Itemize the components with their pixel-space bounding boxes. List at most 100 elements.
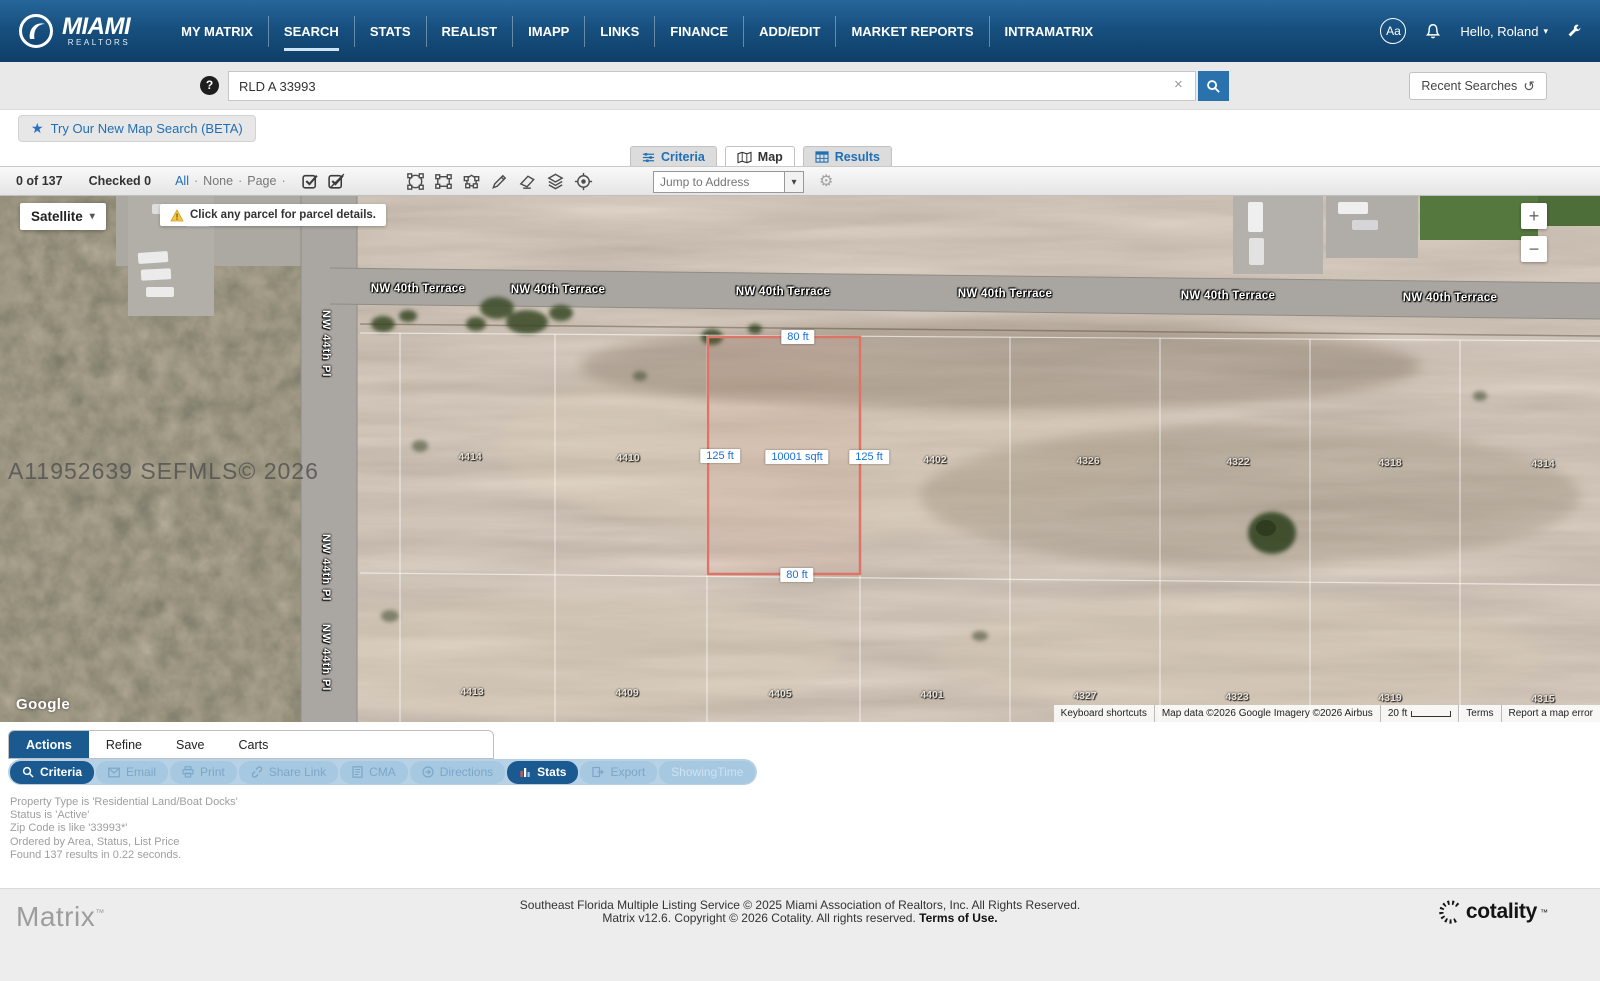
stats-button[interactable]: Stats [507, 761, 578, 784]
proximity-target-icon[interactable] [573, 171, 594, 192]
user-menu[interactable]: Hello, Roland ▾ [1460, 24, 1548, 39]
parcel-number: 4327 [1073, 690, 1096, 702]
search-button[interactable] [1198, 71, 1229, 101]
nav-intramatrix[interactable]: INTRAMATRIX [989, 16, 1109, 47]
jump-to-address-input[interactable] [653, 171, 785, 193]
recent-searches-button[interactable]: Recent Searches ↺ [1409, 72, 1547, 100]
street-label: NW 40th Terrace [1181, 290, 1275, 302]
layers-icon[interactable] [545, 171, 566, 192]
main-menu: MY MATRIX SEARCH STATS REALIST IMAPP LIN… [166, 0, 1108, 62]
nav-finance[interactable]: FINANCE [654, 16, 743, 47]
showingtime-button[interactable]: ShowingTime [659, 761, 755, 784]
keyboard-shortcuts-link[interactable]: Keyboard shortcuts [1054, 705, 1154, 722]
parcel-number: 4414 [458, 451, 481, 463]
top-navigation: MIAMI REALTORS MY MATRIX SEARCH STATS RE… [0, 0, 1600, 62]
google-logo[interactable]: Google [16, 696, 70, 713]
select-page-link[interactable]: Page [247, 174, 276, 188]
actions-section: Actions Refine Save Carts Criteria Email [0, 722, 1600, 888]
terms-of-use-link[interactable]: Terms of Use. [919, 911, 997, 925]
nav-market-reports[interactable]: MARKET REPORTS [835, 16, 988, 47]
export-button[interactable]: Export [580, 761, 657, 784]
map-data-credit: Map data ©2026 Google Imagery ©2026 Airb… [1154, 705, 1380, 722]
speed-search-bar: ? × Recent Searches ↺ [0, 62, 1600, 110]
parcel-number: 4326 [1076, 455, 1099, 467]
beta-button-label: Try Our New Map Search (BETA) [51, 121, 243, 136]
tools-wrench-icon[interactable] [1566, 23, 1582, 39]
parcel-number: 4319 [1378, 692, 1401, 704]
nav-add-edit[interactable]: ADD/EDIT [743, 16, 835, 47]
parcel-number: 4405 [768, 688, 791, 700]
map-settings-gear-icon[interactable]: ⚙ [819, 171, 833, 193]
share-link-button[interactable]: Share Link [239, 761, 338, 784]
font-size-button[interactable]: Aa [1380, 18, 1406, 44]
radius-tool-icon[interactable] [405, 171, 426, 192]
map-type-button[interactable]: Satellite ▾ [20, 203, 106, 230]
tab-save[interactable]: Save [159, 731, 222, 758]
nav-realist[interactable]: REALIST [426, 16, 513, 47]
map-terms-link[interactable]: Terms [1458, 705, 1500, 722]
select-none-link[interactable]: None [203, 174, 233, 188]
tab-carts[interactable]: Carts [221, 731, 285, 758]
miami-logo-icon [18, 13, 54, 49]
uncheck-page-icon[interactable] [327, 172, 346, 191]
street-label: NW 40th Terrace [958, 288, 1052, 300]
summary-line: Status is 'Active' [10, 809, 238, 822]
zoom-in-button[interactable]: + [1521, 203, 1547, 229]
tab-map-label: Map [758, 150, 783, 164]
street-label: NW 40th Terrace [511, 284, 605, 296]
search-criteria-summary: Property Type is 'Residential Land/Boat … [10, 796, 238, 862]
email-button[interactable]: Email [96, 761, 168, 784]
parcel-dim-right: 125 ft [849, 450, 889, 464]
tab-refine[interactable]: Refine [89, 731, 159, 758]
map-scale-bar [1411, 711, 1451, 717]
print-button-label: Print [200, 765, 225, 779]
street-label: NW 40th Terrace [736, 286, 830, 298]
nav-search[interactable]: SEARCH [268, 16, 354, 47]
search-icon [22, 766, 34, 778]
rectangle-tool-icon[interactable] [433, 171, 454, 192]
check-page-icon[interactable] [301, 172, 320, 191]
tab-actions[interactable]: Actions [9, 731, 89, 758]
tab-map[interactable]: Map [725, 146, 795, 166]
parcel-notice-text: Click any parcel for parcel details. [190, 209, 376, 221]
cotality-logo: cotality™ [1437, 899, 1548, 925]
tab-results[interactable]: Results [803, 146, 892, 166]
map-toolbar: 0 of 137 Checked 0 All · None · Page · [0, 166, 1600, 196]
link-icon [251, 766, 263, 778]
criteria-sliders-icon [642, 151, 655, 164]
nav-imapp[interactable]: IMAPP [512, 16, 584, 47]
map-canvas[interactable]: Satellite ▾ Click any parcel for parcel … [0, 196, 1600, 722]
share-link-button-label: Share Link [269, 765, 326, 779]
report-map-error-link[interactable]: Report a map error [1501, 705, 1600, 722]
criteria-button-label: Criteria [40, 765, 82, 779]
select-all-link[interactable]: All [175, 174, 189, 188]
cma-button[interactable]: CMA [340, 761, 408, 784]
notifications-bell-icon[interactable] [1424, 22, 1442, 41]
clear-search-icon[interactable]: × [1174, 77, 1183, 93]
tab-criteria[interactable]: Criteria [630, 146, 717, 166]
nav-stats[interactable]: STATS [354, 16, 426, 47]
nav-my-matrix[interactable]: MY MATRIX [166, 16, 268, 47]
print-button[interactable]: Print [170, 761, 237, 784]
new-map-search-beta-button[interactable]: ★ Try Our New Map Search (BETA) [18, 115, 256, 142]
parcel-number: 4410 [616, 452, 639, 464]
history-icon: ↺ [1523, 78, 1535, 95]
footer-line2: Matrix v12.6. Copyright © 2026 Cotality.… [0, 912, 1600, 925]
criteria-button[interactable]: Criteria [10, 761, 94, 784]
search-input[interactable] [228, 71, 1196, 101]
parcel-dim-top: 80 ft [781, 330, 814, 344]
draw-pencil-icon[interactable] [489, 171, 510, 192]
warning-icon [170, 209, 184, 222]
polygon-tool-icon[interactable] [461, 171, 482, 192]
zoom-out-button[interactable]: − [1521, 236, 1547, 262]
help-icon[interactable]: ? [200, 76, 219, 95]
star-icon: ★ [31, 120, 44, 137]
page-footer: Matrix™ Southeast Florida Multiple Listi… [0, 888, 1600, 981]
eraser-tool-icon[interactable] [517, 171, 538, 192]
miami-realtors-logo[interactable]: MIAMI REALTORS [18, 13, 130, 49]
directions-button[interactable]: Directions [410, 761, 505, 784]
parcel-notice: Click any parcel for parcel details. [160, 204, 386, 226]
nav-links[interactable]: LINKS [584, 16, 654, 47]
street-label: NW 40th Terrace [371, 283, 465, 295]
jump-dropdown-button[interactable]: ▾ [785, 171, 804, 193]
